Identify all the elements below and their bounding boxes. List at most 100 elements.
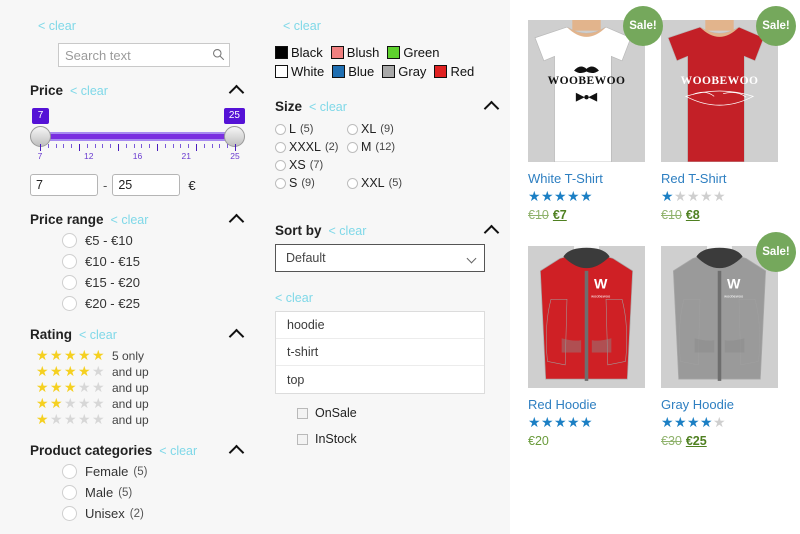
category-option[interactable]: Unisex (2)	[62, 506, 245, 521]
price-range-option-label: €5 - €10	[85, 233, 133, 248]
price-clear-link[interactable]: < clear	[70, 84, 108, 98]
product-card[interactable]: W woobewoo Red Hoodie ★★★★★ €20	[522, 240, 655, 466]
product-title[interactable]: Gray Hoodie	[661, 397, 778, 412]
color-option-label: White	[291, 64, 325, 79]
sort-collapse-icon[interactable]	[486, 226, 500, 235]
radio-icon[interactable]	[62, 464, 77, 479]
rating-option[interactable]: ★★★★★ 5 only	[36, 348, 245, 363]
price-collapse-icon[interactable]	[231, 86, 245, 95]
radio-icon[interactable]	[275, 159, 286, 171]
size-option[interactable]: L (5)	[275, 122, 347, 136]
color-option-label: Blush	[346, 45, 380, 60]
product-price-single: €20	[528, 434, 549, 448]
price-range-clear-link[interactable]: < clear	[111, 213, 149, 227]
color-option[interactable]: Blue	[332, 64, 374, 79]
category-option[interactable]: Male (5)	[62, 485, 245, 500]
sort-clear-link[interactable]: < clear	[329, 224, 367, 238]
rating-title: Rating	[30, 327, 72, 342]
checkbox-option[interactable]: OnSale	[297, 406, 500, 420]
sort-title: Sort by	[275, 223, 322, 238]
size-option[interactable]: XXL (5)	[347, 176, 419, 190]
price-range-option-label: €10 - €15	[85, 254, 140, 269]
color-option-label: Black	[291, 45, 323, 60]
rating-option[interactable]: ★★★★★ and up	[36, 396, 245, 411]
product-card[interactable]: WOOBEWOO Sale! White T-Shirt ★★★★★ €10 €7	[522, 6, 663, 240]
price-range-collapse-icon[interactable]	[231, 215, 245, 224]
checkbox-option[interactable]: InStock	[297, 432, 500, 446]
radio-icon[interactable]	[347, 141, 358, 153]
slider-tick	[79, 144, 80, 151]
clear-all-link[interactable]: < clear	[38, 19, 76, 33]
radio-icon[interactable]	[62, 233, 77, 248]
color-option[interactable]: Blush	[330, 45, 380, 60]
rating-clear-link[interactable]: < clear	[79, 328, 117, 342]
product-image[interactable]: W woobewoo	[661, 246, 778, 388]
sort-select-wrapper: Default	[275, 244, 485, 272]
checkbox-icon[interactable]	[297, 407, 308, 419]
size-option[interactable]: S (9)	[275, 176, 347, 190]
price-range-option[interactable]: €5 - €10	[62, 233, 245, 248]
product-price: €30 €25	[661, 434, 778, 448]
product-image[interactable]: WOOBEWOO	[528, 20, 645, 162]
tag-list-item[interactable]: top	[276, 366, 484, 393]
color-option[interactable]: Black	[275, 45, 323, 60]
slider-tick	[203, 144, 205, 148]
product-price-old: €30	[661, 434, 682, 448]
checkbox-icon[interactable]	[297, 433, 308, 445]
radio-icon[interactable]	[347, 177, 358, 189]
categories-clear-link[interactable]: < clear	[159, 444, 197, 458]
checkbox-option-label: InStock	[315, 432, 357, 446]
product-image[interactable]: W woobewoo	[528, 246, 645, 388]
size-option[interactable]: XS (7)	[275, 158, 347, 172]
rating-option[interactable]: ★★★★★ and up	[36, 412, 245, 427]
radio-icon[interactable]	[275, 177, 286, 189]
color-clear-link[interactable]: < clear	[283, 19, 321, 33]
color-swatch-icon	[382, 65, 396, 78]
radio-icon[interactable]	[275, 123, 286, 135]
product-image[interactable]: WOOBEWOO	[661, 20, 778, 162]
sort-select[interactable]: Default	[275, 244, 485, 272]
product-title[interactable]: White T-Shirt	[528, 171, 645, 186]
color-option[interactable]: Red	[434, 64, 474, 79]
radio-icon[interactable]	[62, 296, 77, 311]
radio-icon[interactable]	[62, 506, 77, 521]
size-option-label: XS	[289, 158, 306, 172]
radio-icon[interactable]	[62, 485, 77, 500]
price-slider[interactable]: 7 25 7 12 16 21 25	[30, 108, 245, 170]
radio-icon[interactable]	[347, 123, 358, 135]
rating-collapse-icon[interactable]	[231, 330, 245, 339]
size-option-count: (5)	[388, 177, 403, 189]
slider-tick-label: 21	[181, 151, 191, 161]
product-card[interactable]: WOOBEWOO Sale! Red T-Shirt ★★★★★ €10 €8	[655, 6, 796, 240]
price-range-option[interactable]: €20 - €25	[62, 296, 245, 311]
size-collapse-icon[interactable]	[486, 102, 500, 111]
color-option[interactable]: White	[275, 64, 324, 79]
size-option[interactable]: XL (9)	[347, 122, 419, 136]
price-range-option[interactable]: €10 - €15	[62, 254, 245, 269]
tags-clear-link[interactable]: < clear	[275, 291, 313, 305]
size-option[interactable]: M (12)	[347, 140, 419, 154]
rating-option[interactable]: ★★★★★ and up	[36, 364, 245, 379]
product-title[interactable]: Red T-Shirt	[661, 171, 778, 186]
category-option[interactable]: Female (5)	[62, 464, 245, 479]
radio-icon[interactable]	[62, 254, 77, 269]
categories-collapse-icon[interactable]	[231, 446, 245, 455]
slider-tick	[55, 144, 57, 148]
slider-tick-label: 16	[132, 151, 143, 161]
size-option[interactable]: XXXL (2)	[275, 140, 347, 154]
tag-list-item[interactable]: hoodie	[276, 312, 484, 339]
size-option-count: (7)	[309, 159, 324, 171]
price-max-input[interactable]	[112, 174, 181, 196]
radio-icon[interactable]	[275, 141, 286, 153]
product-title[interactable]: Red Hoodie	[528, 397, 645, 412]
price-min-input[interactable]	[30, 174, 98, 196]
tag-list-item[interactable]: t-shirt	[276, 339, 484, 366]
rating-option[interactable]: ★★★★★ and up	[36, 380, 245, 395]
color-option[interactable]: Gray	[382, 64, 426, 79]
product-card[interactable]: W woobewoo Sale! Gray Hoodie ★★★★★ €30 €25	[655, 232, 796, 466]
size-clear-link[interactable]: < clear	[309, 100, 347, 114]
price-range-option[interactable]: €15 - €20	[62, 275, 245, 290]
color-option[interactable]: Green	[387, 45, 439, 60]
radio-icon[interactable]	[62, 275, 77, 290]
search-input[interactable]	[58, 43, 230, 67]
